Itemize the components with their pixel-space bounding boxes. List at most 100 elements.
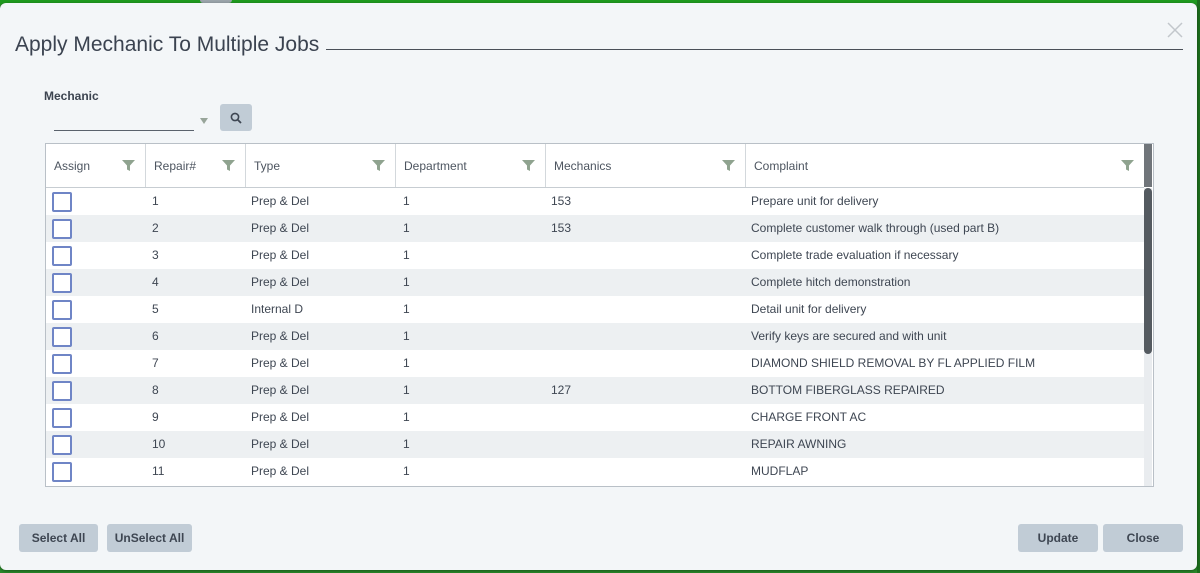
select-all-button[interactable]: Select All xyxy=(19,524,98,552)
type-cell: Prep & Del xyxy=(251,329,310,343)
table-row[interactable]: 10 Prep & Del 1 REPAIR AWNING xyxy=(46,431,1144,458)
table-row[interactable]: 11 Prep & Del 1 MUDFLAP xyxy=(46,458,1144,485)
complaint-cell: CHARGE FRONT AC xyxy=(751,410,867,424)
jobs-grid: Assign Repair# Type Department Mechanics… xyxy=(45,143,1154,487)
complaint-cell: DIAMOND SHIELD REMOVAL BY FL APPLIED FIL… xyxy=(751,356,1036,370)
complaint-cell: Detail unit for delivery xyxy=(751,302,867,316)
department-cell: 1 xyxy=(403,383,410,397)
repair-number-cell: 6 xyxy=(152,329,159,343)
column-label: Repair# xyxy=(154,158,197,173)
mechanic-input[interactable] xyxy=(54,108,194,131)
close-icon[interactable] xyxy=(1164,19,1186,41)
update-button[interactable]: Update xyxy=(1018,524,1098,552)
type-cell: Prep & Del xyxy=(251,356,310,370)
complaint-cell: BOTTOM FIBERGLASS REPAIRED xyxy=(751,383,945,397)
column-label: Department xyxy=(404,158,467,173)
type-cell: Prep & Del xyxy=(251,383,310,397)
mechanics-cell: 127 xyxy=(551,383,572,397)
type-cell: Prep & Del xyxy=(251,410,310,424)
department-cell: 1 xyxy=(403,464,410,478)
table-row[interactable]: 5 Internal D 1 Detail unit for delivery xyxy=(46,296,1144,323)
assign-checkbox[interactable] xyxy=(52,327,72,347)
department-cell: 1 xyxy=(403,194,410,208)
assign-checkbox[interactable] xyxy=(52,219,72,239)
assign-checkbox[interactable] xyxy=(52,408,72,428)
vertical-scrollbar[interactable] xyxy=(1144,188,1152,486)
column-label: Complaint xyxy=(754,158,809,173)
table-row[interactable]: 3 Prep & Del 1 Complete trade evaluation if… xyxy=(46,242,1144,269)
column-header-department[interactable]: Department xyxy=(396,144,546,187)
assign-checkbox[interactable] xyxy=(52,273,72,293)
repair-number-cell: 3 xyxy=(152,248,159,262)
type-cell: Prep & Del xyxy=(251,248,310,262)
column-header-mechanics[interactable]: Mechanics xyxy=(546,144,746,187)
column-header-assign[interactable]: Assign xyxy=(46,144,146,187)
column-label: Assign xyxy=(54,158,91,173)
department-cell: 1 xyxy=(403,356,410,370)
table-row[interactable]: 1 Prep & Del 1 153 Prepare unit for delivery xyxy=(46,188,1144,215)
unselect-all-button[interactable]: UnSelect All xyxy=(107,524,192,552)
apply-mechanic-dialog: Apply Mechanic To Multiple Jobs Mechanic… xyxy=(0,3,1197,570)
filter-icon[interactable] xyxy=(222,159,235,172)
search-button[interactable] xyxy=(220,104,252,131)
department-cell: 1 xyxy=(403,302,410,316)
type-cell: Prep & Del xyxy=(251,437,310,451)
complaint-cell: REPAIR AWNING xyxy=(751,437,847,451)
department-cell: 1 xyxy=(403,410,410,424)
search-icon xyxy=(230,112,242,124)
filter-icon[interactable] xyxy=(122,159,135,172)
complaint-cell: Prepare unit for delivery xyxy=(751,194,879,208)
mechanics-cell: 153 xyxy=(551,194,572,208)
complaint-cell: Complete trade evaluation if necessary xyxy=(751,248,959,262)
filter-icon[interactable] xyxy=(522,159,535,172)
assign-checkbox[interactable] xyxy=(52,462,72,482)
table-row[interactable]: 4 Prep & Del 1 Complete hitch demonstration xyxy=(46,269,1144,296)
department-cell: 1 xyxy=(403,248,410,262)
column-header-type[interactable]: Type xyxy=(246,144,396,187)
scrollbar-thumb[interactable] xyxy=(1144,188,1152,354)
repair-number-cell: 2 xyxy=(152,221,159,235)
grid-header: Assign Repair# Type Department Mechanics… xyxy=(46,144,1144,188)
assign-checkbox[interactable] xyxy=(52,354,72,374)
filter-icon[interactable] xyxy=(722,159,735,172)
repair-number-cell: 5 xyxy=(152,302,159,316)
mechanic-label: Mechanic xyxy=(44,89,99,103)
type-cell: Internal D xyxy=(251,302,304,316)
assign-checkbox[interactable] xyxy=(52,192,72,212)
column-header-complaint[interactable]: Complaint xyxy=(746,144,1144,187)
complaint-cell: Complete customer walk through (used par… xyxy=(751,221,1000,235)
type-cell: Prep & Del xyxy=(251,194,310,208)
assign-checkbox[interactable] xyxy=(52,300,72,320)
table-row[interactable]: 7 Prep & Del 1 DIAMOND SHIELD REMOVAL BY FL… xyxy=(46,350,1144,377)
column-label: Type xyxy=(254,158,281,173)
complaint-cell: Complete hitch demonstration xyxy=(751,275,911,289)
dialog-title: Apply Mechanic To Multiple Jobs xyxy=(15,33,320,56)
filter-icon[interactable] xyxy=(1121,159,1134,172)
table-row[interactable]: 8 Prep & Del 1 127 BOTTOM FIBERGLASS REPAIRE… xyxy=(46,377,1144,404)
department-cell: 1 xyxy=(403,221,410,235)
table-row[interactable]: 6 Prep & Del 1 Verify keys are secured and … xyxy=(46,323,1144,350)
column-header-repair[interactable]: Repair# xyxy=(146,144,246,187)
title-divider xyxy=(326,49,1183,50)
type-cell: Prep & Del xyxy=(251,221,310,235)
header-scroll-corner xyxy=(1144,144,1152,187)
close-button[interactable]: Close xyxy=(1103,524,1183,552)
department-cell: 1 xyxy=(403,437,410,451)
repair-number-cell: 7 xyxy=(152,356,159,370)
complaint-cell: MUDFLAP xyxy=(751,464,809,478)
assign-checkbox[interactable] xyxy=(52,246,72,266)
table-row[interactable]: 9 Prep & Del 1 CHARGE FRONT AC xyxy=(46,404,1144,431)
complaint-cell: Verify keys are secured and with unit xyxy=(751,329,947,343)
table-row[interactable]: 2 Prep & Del 1 153 Complete customer walk th… xyxy=(46,215,1144,242)
repair-number-cell: 11 xyxy=(152,464,165,478)
department-cell: 1 xyxy=(403,275,410,289)
chevron-down-icon[interactable] xyxy=(200,118,208,124)
filter-icon[interactable] xyxy=(372,159,385,172)
type-cell: Prep & Del xyxy=(251,464,310,478)
grid-body: 1 Prep & Del 1 153 Prepare unit for delivery… xyxy=(46,188,1144,485)
column-label: Mechanics xyxy=(554,158,612,173)
repair-number-cell: 8 xyxy=(152,383,159,397)
department-cell: 1 xyxy=(403,329,410,343)
assign-checkbox[interactable] xyxy=(52,381,72,401)
assign-checkbox[interactable] xyxy=(52,435,72,455)
